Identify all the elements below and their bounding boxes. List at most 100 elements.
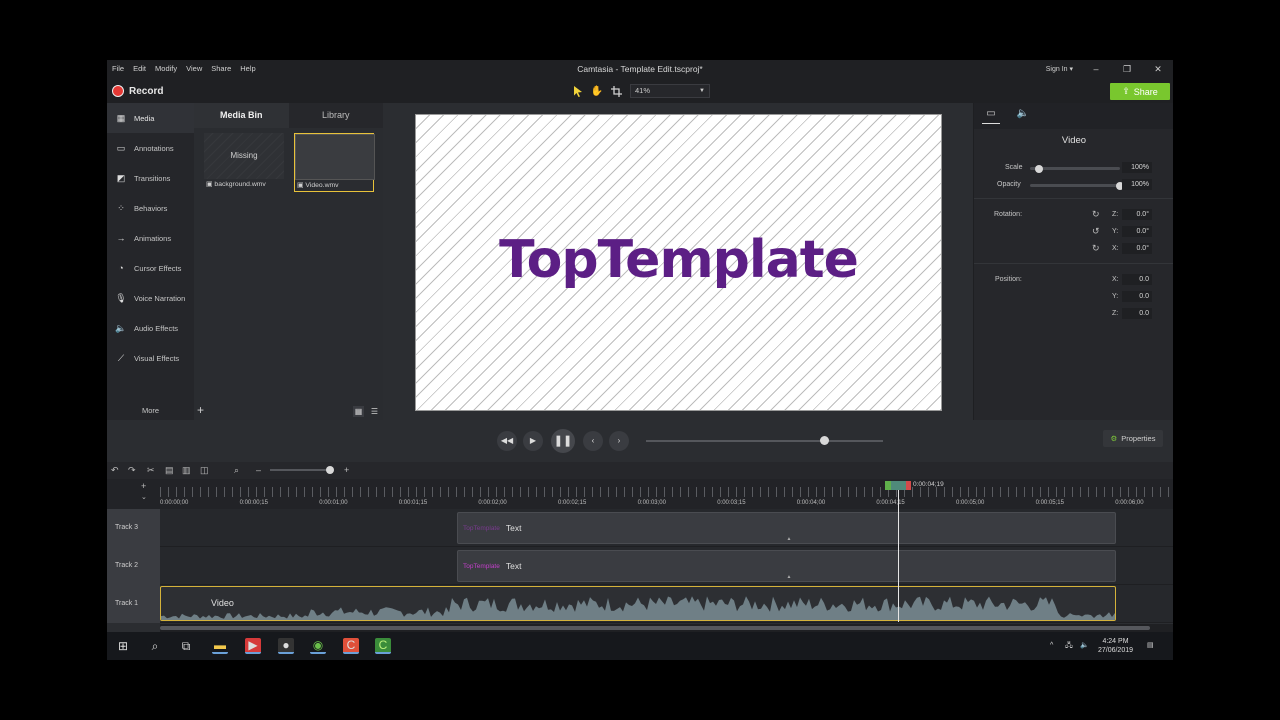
arrow-tool-icon[interactable] <box>570 83 586 99</box>
timeline-scrollbar[interactable] <box>160 624 1173 632</box>
timeline-ruler[interactable]: 0:00:00;00 0:00:00;15 0:00:01;00 0:00:01;15… <box>160 479 1173 509</box>
canvas-title-text[interactable]: TopTemplate <box>416 230 941 290</box>
opacity-slider[interactable] <box>1030 184 1120 187</box>
search-icon[interactable]: ⌕ <box>234 465 239 476</box>
text-clip[interactable]: TopTemplate Text ▲ <box>457 550 1116 582</box>
timeline-toolbar: ↶ ↷ ✂ ▤ ▥ ◫ ⌕ – + <box>107 462 1173 479</box>
sidebar-item-animations[interactable]: → Animations <box>107 223 194 253</box>
sidebar-item-audio-effects[interactable]: 🔈 Audio Effects <box>107 313 194 343</box>
grid-view-icon[interactable]: ▦ <box>353 406 364 417</box>
list-view-icon[interactable]: ☰ <box>369 406 380 417</box>
chrome-icon[interactable]: ◉ <box>310 638 326 654</box>
next-icon[interactable]: › <box>609 431 629 451</box>
video-app-icon[interactable]: ▶ <box>245 638 261 654</box>
position-z-field[interactable]: 0.0 <box>1122 308 1152 319</box>
transitions-icon: ◩ <box>116 172 126 183</box>
playback-scrubber[interactable] <box>646 440 883 442</box>
rotation-z-field[interactable]: 0.0° <box>1122 209 1152 220</box>
timeline-header-left: + ⌄ <box>107 479 160 509</box>
sidebar-item-behaviors[interactable]: ⁘ Behaviors <box>107 193 194 223</box>
ruler-ticks <box>160 487 1173 497</box>
chevron-down-icon[interactable]: ⌄ <box>141 493 147 501</box>
chevron-up-icon[interactable]: ^ <box>1050 641 1053 650</box>
paste-icon[interactable]: ▥ <box>182 465 191 476</box>
sidebar-item-voice-narration[interactable]: 🎙 Voice Narration <box>107 283 194 313</box>
ruler-time-label: 0:00:04;15 <box>876 500 905 506</box>
file-explorer-icon[interactable]: ▬ <box>212 638 228 654</box>
media-item-background[interactable]: Missing ▣ background.wmv <box>204 133 284 192</box>
task-view-icon[interactable]: ⧉ <box>178 638 194 654</box>
position-y-field[interactable]: 0.0 <box>1122 291 1152 302</box>
properties-button[interactable]: ⚙ Properties <box>1103 430 1163 447</box>
windows-start-icon[interactable]: ⊞ <box>115 638 131 654</box>
rotation-y-field[interactable]: 0.0° <box>1122 226 1152 237</box>
sidebar-item-visual-effects[interactable]: ⟋ Visual Effects <box>107 343 194 373</box>
tab-media-bin[interactable]: Media Bin <box>194 103 289 128</box>
text-clip[interactable]: TopTemplate Text ▲ <box>457 512 1116 544</box>
minimize-button[interactable]: – <box>1088 62 1104 76</box>
scale-slider-knob[interactable] <box>1035 164 1043 173</box>
media-item-video[interactable]: ▣ Video.wmv <box>294 133 375 192</box>
track-name: Track 1 <box>115 600 139 607</box>
add-media-icon[interactable]: + <box>197 403 204 417</box>
redo-icon[interactable]: ↷ <box>128 465 136 476</box>
sign-in-button[interactable]: Sign In ▾ <box>1046 65 1073 73</box>
rotation-x-field[interactable]: 0.0° <box>1122 243 1152 254</box>
add-track-icon[interactable]: + <box>141 481 146 491</box>
camtasia-recorder-icon[interactable]: C <box>343 638 359 654</box>
restore-button[interactable]: ❐ <box>1119 62 1135 76</box>
track-1-header[interactable]: Track 1 <box>107 585 160 623</box>
track-3-header[interactable]: Track 3 <box>107 509 160 547</box>
audio-properties-icon[interactable]: 🔈 <box>1014 108 1032 124</box>
record-button[interactable]: Record <box>112 85 163 97</box>
zoom-out-icon[interactable]: – <box>256 465 261 475</box>
microphone-icon: 🎙 <box>115 292 127 303</box>
tab-library[interactable]: Library <box>288 103 383 128</box>
media-caption: ▣ Video.wmv <box>297 181 339 190</box>
undo-icon[interactable]: ↶ <box>111 465 119 476</box>
network-icon[interactable]: 🖧 <box>1065 641 1073 650</box>
sidebar-item-transitions[interactable]: ◩ Transitions <box>107 163 194 193</box>
scale-value[interactable]: 100% <box>1122 162 1152 173</box>
close-button[interactable]: ✕ <box>1150 62 1166 76</box>
visual-properties-icon[interactable]: ▭ <box>982 108 1000 124</box>
playhead-in-marker[interactable] <box>885 481 891 490</box>
scrollbar-thumb[interactable] <box>160 626 1150 630</box>
search-icon[interactable]: ⌕ <box>147 638 163 654</box>
sidebar-item-media[interactable]: ▦ Media <box>107 103 194 133</box>
timeline-zoom-knob[interactable] <box>326 466 334 474</box>
clock[interactable]: 4:24 PM 27/06/2019 <box>1093 637 1138 655</box>
zoom-in-icon[interactable]: + <box>344 465 349 475</box>
scale-slider[interactable] <box>1030 167 1120 170</box>
zoom-select[interactable]: 41% ▼ <box>630 84 710 98</box>
opacity-value[interactable]: 100% <box>1122 179 1152 190</box>
playhead-handle[interactable] <box>885 481 911 490</box>
position-x-field[interactable]: 0.0 <box>1122 274 1152 285</box>
step-back-icon[interactable]: ◀◀ <box>497 431 517 451</box>
clip-handle-icon[interactable]: ▲ <box>787 574 792 580</box>
copy-icon[interactable]: ▤ <box>165 465 174 476</box>
timeline-zoom-slider[interactable] <box>270 469 330 471</box>
pause-icon[interactable]: ❚❚ <box>551 429 575 453</box>
playhead-out-marker[interactable] <box>906 481 911 490</box>
share-button[interactable]: ⇪ Share <box>1110 83 1170 100</box>
preview-canvas[interactable]: TopTemplate <box>415 114 942 411</box>
clip-handle-icon[interactable]: ▲ <box>787 536 792 542</box>
notifications-icon[interactable]: ▤ <box>1147 641 1154 650</box>
app-icon[interactable]: ● <box>278 638 294 654</box>
media-bin-panel: Media Bin Library Missing ▣ background.w… <box>194 103 383 420</box>
split-icon[interactable]: ◫ <box>200 465 209 476</box>
video-clip[interactable]: Video <box>160 586 1116 621</box>
volume-icon[interactable]: 🔈 <box>1080 641 1089 650</box>
previous-icon[interactable]: ‹ <box>583 431 603 451</box>
crop-tool-icon[interactable] <box>608 83 624 99</box>
cut-icon[interactable]: ✂ <box>147 465 155 476</box>
track-2-header[interactable]: Track 2 <box>107 547 160 585</box>
more-button[interactable]: More <box>107 403 194 419</box>
hand-tool-icon[interactable]: ✋ <box>589 83 605 99</box>
sidebar-item-annotations[interactable]: ▭ Annotations <box>107 133 194 163</box>
scrubber-knob[interactable] <box>819 436 829 445</box>
sidebar-item-cursor-effects[interactable]: ◔ Cursor Effects <box>107 253 194 283</box>
camtasia-icon[interactable]: C <box>375 638 391 654</box>
play-icon[interactable]: ▶ <box>523 431 543 451</box>
